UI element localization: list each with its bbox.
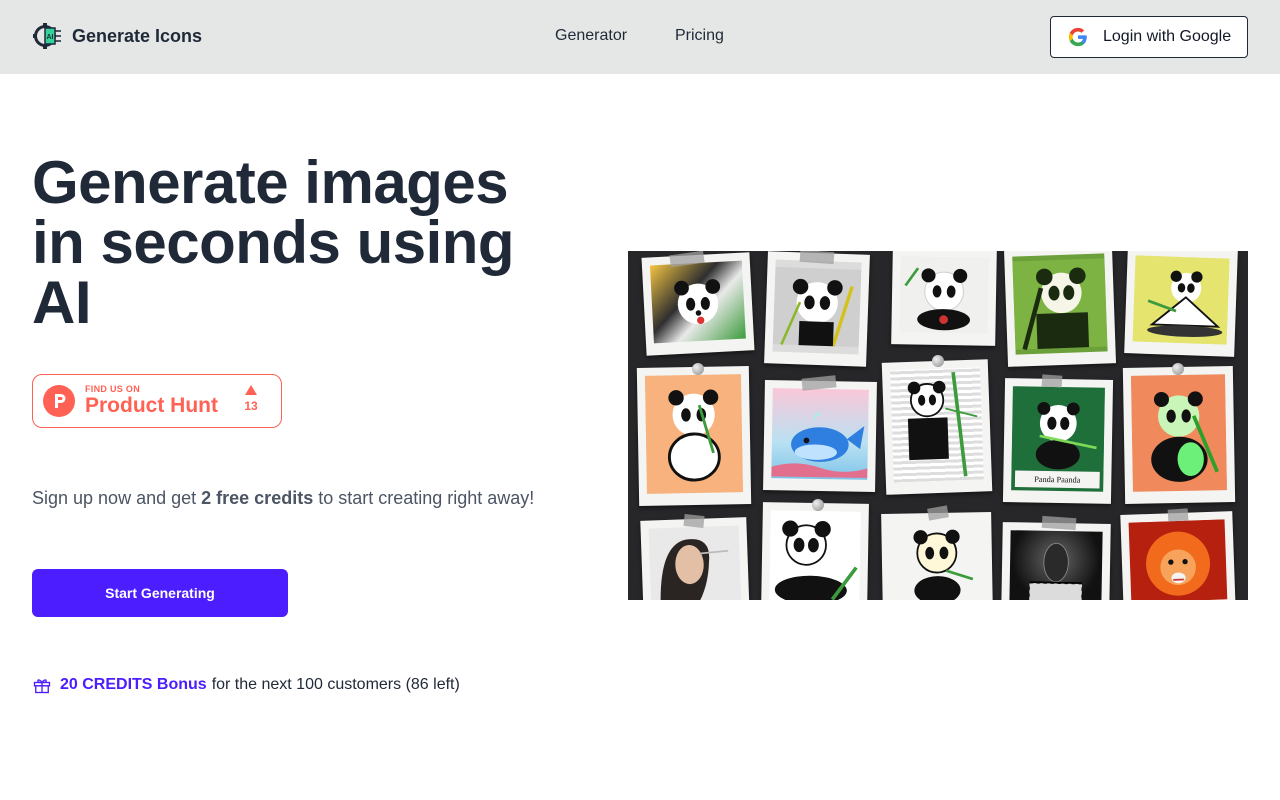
brand-name: Generate Icons (72, 25, 203, 46)
product-hunt-name: Product Hunt (85, 394, 218, 417)
top-navbar: AI Generate Icons Generator Pricing Logi… (0, 0, 1280, 74)
panda-illustration (904, 267, 971, 331)
collage-card (881, 512, 993, 600)
collage-card: Panda Paanda (1002, 378, 1114, 504)
collage-card (640, 517, 750, 600)
whale-illustration (771, 412, 868, 479)
generated-images-collage: Panda Paanda (628, 251, 1248, 600)
panda-illustration (772, 266, 862, 348)
collage-card (1122, 366, 1236, 504)
collage-card (881, 359, 993, 495)
signup-text-pre: Sign up now and get (32, 488, 202, 508)
pushpin (932, 355, 944, 367)
pushpin (1172, 363, 1184, 375)
login-with-google-button[interactable]: Login with Google (1050, 16, 1248, 58)
collage-caption: Panda Paanda (1034, 475, 1081, 485)
dark-figure-illustration (1028, 542, 1083, 600)
panda-illustration (907, 371, 978, 477)
panda-illustration (1132, 257, 1230, 343)
tape-strip (1041, 515, 1077, 531)
panda-illustration (774, 520, 858, 600)
login-button-label: Login with Google (1103, 28, 1232, 45)
collage-card (891, 251, 997, 346)
product-hunt-badge[interactable]: FIND US ON Product Hunt 13 (32, 374, 282, 428)
ai-chip-logo-icon: AI (33, 23, 61, 49)
tape-strip (1041, 374, 1063, 388)
nav-link-generator[interactable]: Generator (555, 26, 627, 46)
lion-illustration (1132, 519, 1224, 600)
tape-strip (799, 251, 835, 265)
signup-free-credits: 2 free credits (201, 488, 314, 508)
collage-card (764, 251, 870, 367)
collage-card (636, 366, 752, 506)
upvote-arrow-icon (245, 385, 257, 395)
collage-card (1003, 251, 1117, 367)
tape-strip (683, 513, 705, 529)
collage-card (1120, 511, 1236, 600)
brand-link[interactable]: AI Generate Icons (32, 20, 202, 52)
panda-illustration (913, 529, 974, 600)
bonus-description: for the next 100 customers (86 left) (211, 676, 460, 693)
collage-card (1124, 251, 1238, 357)
product-hunt-logo-icon (43, 385, 75, 417)
svg-text:AI: AI (47, 34, 54, 41)
collage-card (763, 380, 877, 492)
nav-link-pricing[interactable]: Pricing (675, 26, 724, 46)
product-hunt-text: FIND US ON Product Hunt (85, 384, 218, 418)
panda-illustration (674, 279, 721, 325)
product-hunt-votes: 13 (241, 385, 261, 413)
collage-card (641, 252, 755, 356)
hero-title: Generate images in seconds using AI (32, 149, 515, 336)
collage-card (761, 502, 869, 600)
signup-text: Sign up now and get 2 free credits to st… (32, 487, 534, 509)
google-icon (1068, 27, 1087, 47)
pushpin (692, 363, 704, 375)
panda-illustration (644, 375, 743, 493)
bonus-highlight: 20 CREDITS Bonus (60, 676, 207, 693)
pushpin (812, 499, 824, 511)
start-generating-button[interactable]: Start Generating (32, 569, 288, 617)
panda-illustration (1012, 258, 1108, 351)
panda-illustration (1131, 377, 1227, 489)
credits-bonus-notice: 20 CREDITS Bonus for the next 100 custom… (32, 674, 460, 696)
gift-icon (33, 679, 51, 694)
product-hunt-vote-count: 13 (244, 399, 258, 413)
tape-strip (1167, 508, 1189, 522)
portrait-illustration (649, 525, 741, 600)
product-hunt-find-us: FIND US ON (85, 384, 141, 394)
collage-card (1001, 522, 1111, 600)
panda-illustration: Panda Paanda (1011, 389, 1105, 489)
signup-text-post: to start creating right away! (313, 488, 535, 508)
